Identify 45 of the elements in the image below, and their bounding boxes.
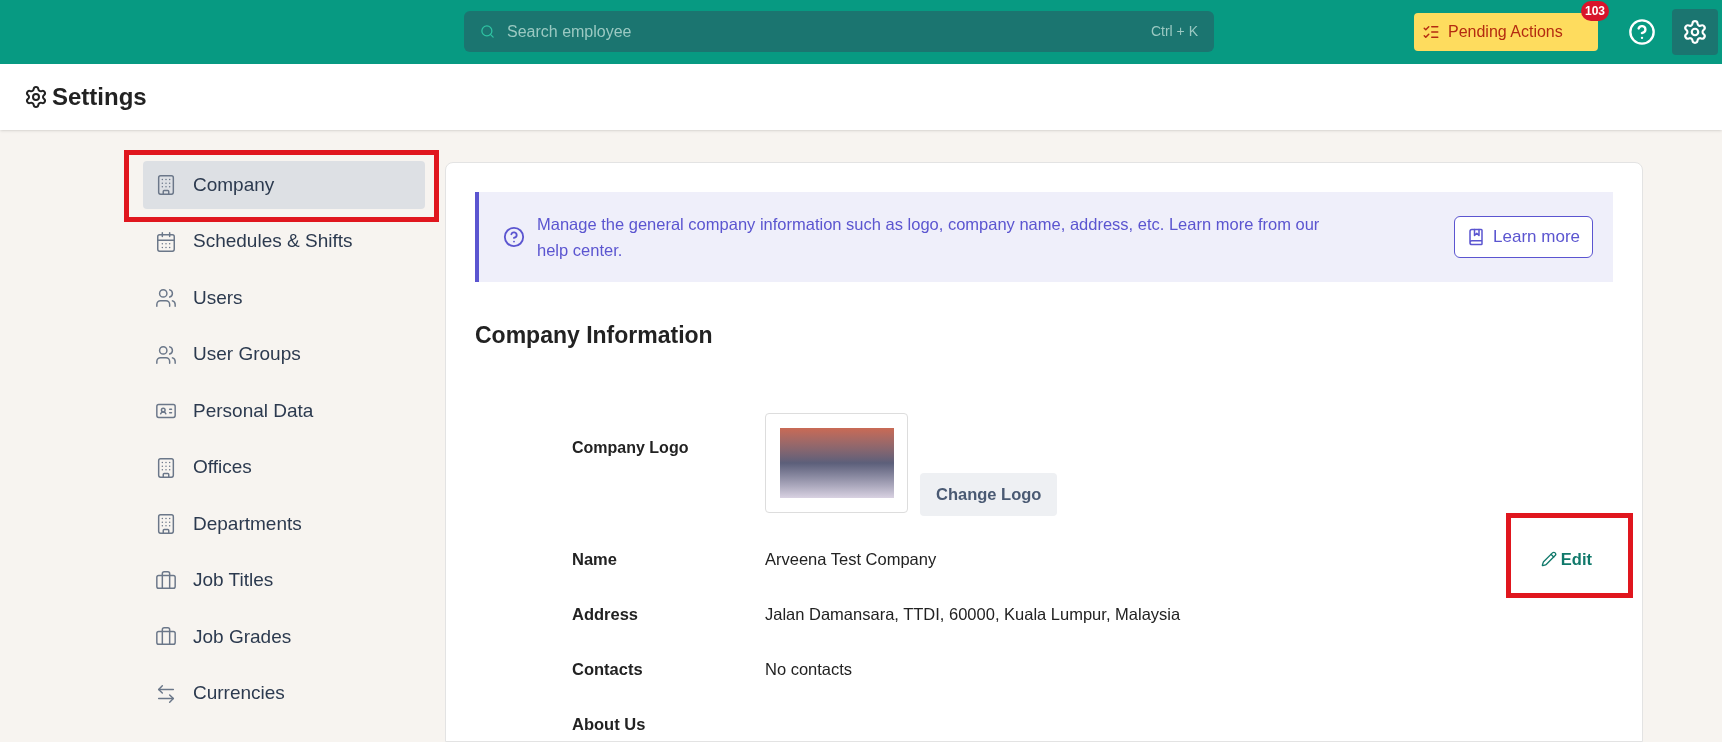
field-label: Company Logo — [572, 438, 690, 458]
building-icon — [155, 456, 177, 479]
sidebar-item[interactable]: Users — [143, 274, 425, 322]
settings-button[interactable] — [1672, 9, 1718, 55]
sidebar-item[interactable]: Currencies — [143, 669, 425, 718]
notification-badge: 103 — [1581, 1, 1610, 21]
sidebar-item[interactable]: Departments — [143, 500, 425, 548]
field-value: No contacts — [765, 658, 853, 680]
users-icon — [155, 287, 177, 309]
field-value: Arveena Test Company — [765, 548, 937, 570]
settings-icon — [24, 85, 48, 109]
arrows-icon — [155, 682, 177, 705]
sidebar-item[interactable]: Offices — [143, 443, 425, 492]
search-icon — [480, 24, 495, 39]
field-label: Contacts — [572, 658, 644, 680]
field-value: Jalan Damansara, TTDI, 60000, Kuala Lumpur, Malaysia — [765, 603, 1181, 625]
page-title: Settings — [52, 82, 147, 112]
field-label: About Us — [572, 713, 647, 735]
briefcase-icon — [155, 569, 177, 592]
edit-button[interactable]: Edit — [1540, 546, 1592, 572]
briefcase-icon — [155, 626, 177, 648]
checklist-icon — [1422, 23, 1440, 41]
field-label: Name — [572, 548, 618, 570]
sidebar-item[interactable]: Company — [143, 161, 425, 209]
help-icon — [503, 226, 525, 248]
sidebar-item[interactable]: Schedules & Shifts — [143, 217, 425, 266]
shortcut-hint: Ctrl + K — [1150, 22, 1198, 41]
settings-icon — [1682, 19, 1708, 45]
building-icon — [155, 513, 177, 535]
sidebar-item[interactable]: Job Grades — [143, 613, 425, 661]
users-icon — [155, 343, 177, 366]
book-icon — [1467, 228, 1486, 246]
sidebar-item[interactable]: Personal Data — [143, 387, 425, 435]
search-input[interactable]: Search employee — [507, 19, 1139, 44]
banner-text: Manage the general company information such as logo, company name, address, etc. Learn more from our help center. — [537, 214, 1321, 261]
learn-more-button[interactable]: Learn more — [1454, 216, 1593, 258]
change-logo-button[interactable]: Change Logo — [920, 472, 1058, 516]
field-label: Address — [572, 603, 640, 625]
pencil-icon — [1540, 551, 1557, 567]
building-icon — [155, 174, 177, 196]
calendar-icon — [155, 230, 177, 253]
help-icon[interactable] — [1628, 18, 1656, 46]
sidebar-item[interactable]: Job Titles — [143, 556, 425, 605]
section-title: Company Information — [475, 321, 714, 350]
sidebar-item[interactable]: User Groups — [143, 330, 425, 379]
